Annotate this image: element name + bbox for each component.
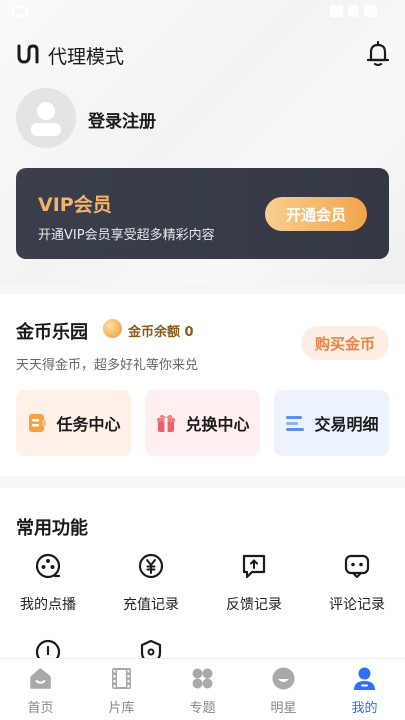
vip-description: 开通VIP会员享受超多精彩内容 <box>38 228 215 243</box>
yuan-icon <box>138 553 164 579</box>
coin-icon <box>103 319 122 338</box>
recharge-records-label: 充值记录 <box>123 597 179 613</box>
bottom-tab-bar: 首页 片库 专题 明星 我的 <box>0 658 405 720</box>
shield-icon <box>140 639 162 658</box>
tab-home-label: 首页 <box>27 701 54 716</box>
brand-logo-icon <box>17 44 39 64</box>
login-register-link[interactable]: 登录注册 <box>88 107 156 132</box>
exchange-center-label: 兑换中心 <box>185 415 250 434</box>
vip-card[interactable]: VIP会员 开通VIP会员享受超多精彩内容 开通会员 <box>16 168 389 259</box>
my-on-demand-label: 我的点播 <box>20 597 76 613</box>
tab-mine[interactable]: 我的 <box>324 659 405 720</box>
recharge-records-item[interactable]: 充值记录 <box>111 552 191 622</box>
feedback-icon <box>242 554 266 579</box>
task-center-label: 任务中心 <box>56 415 121 434</box>
common-functions-section: 常用功能 我的点播 充值记录 反馈记录 评论记录 <box>0 488 405 658</box>
profile-icon <box>354 667 375 690</box>
buy-coins-button[interactable]: 购买金币 <box>301 326 389 360</box>
comment-icon <box>344 554 370 579</box>
transaction-details-label: 交易明细 <box>314 415 379 434</box>
battery-icon <box>348 5 358 17</box>
tab-library[interactable]: 片库 <box>81 659 162 720</box>
list-icon <box>286 416 305 431</box>
task-center-card[interactable]: 任务中心 <box>16 390 131 456</box>
tab-home[interactable]: 首页 <box>0 659 81 720</box>
coin-balance: 金币余额 0 <box>128 325 194 340</box>
vip-title: VIP会员 <box>38 194 112 216</box>
open-vip-button[interactable]: 开通会员 <box>265 197 367 231</box>
more-function-item[interactable] <box>111 628 191 658</box>
task-icon <box>29 414 47 432</box>
feedback-records-item[interactable]: 反馈记录 <box>214 552 294 622</box>
star-face-icon <box>272 667 295 690</box>
notification-icon <box>12 6 28 17</box>
page-title: 代理模式 <box>48 46 125 68</box>
more-function-item[interactable] <box>8 628 88 658</box>
info-icon <box>35 639 61 658</box>
user-avatar-icon <box>31 102 61 136</box>
topics-icon <box>192 668 213 689</box>
status-bar <box>0 0 405 22</box>
my-on-demand-item[interactable]: 我的点播 <box>8 552 88 622</box>
tab-stars-label: 明星 <box>270 701 297 716</box>
coin-section-title: 金币乐园 <box>16 322 88 343</box>
tab-topics-label: 专题 <box>189 701 216 716</box>
wifi-icon <box>330 5 343 17</box>
tab-topics[interactable]: 专题 <box>162 659 243 720</box>
transaction-details-card[interactable]: 交易明细 <box>274 390 389 456</box>
bell-icon[interactable] <box>365 40 391 68</box>
gift-icon <box>157 414 176 432</box>
home-icon <box>30 668 51 689</box>
signal-icon <box>364 5 377 17</box>
tab-mine-label: 我的 <box>351 701 378 716</box>
comment-records-item[interactable]: 评论记录 <box>317 552 397 622</box>
header: 代理模式 <box>16 40 391 70</box>
feedback-records-label: 反馈记录 <box>226 597 282 613</box>
coin-description: 天天得金币，超多好礼等你来兑 <box>16 358 199 373</box>
exchange-center-card[interactable]: 兑换中心 <box>145 390 260 456</box>
common-functions-title: 常用功能 <box>16 518 88 539</box>
play-icon <box>35 553 61 579</box>
avatar[interactable] <box>16 88 76 148</box>
tab-library-label: 片库 <box>108 701 135 716</box>
coin-section: 金币乐园 金币余额 0 购买金币 天天得金币，超多好礼等你来兑 任务中心 兑换中… <box>0 294 405 476</box>
comment-records-label: 评论记录 <box>329 597 385 613</box>
film-icon <box>112 668 131 689</box>
tab-stars[interactable]: 明星 <box>243 659 324 720</box>
